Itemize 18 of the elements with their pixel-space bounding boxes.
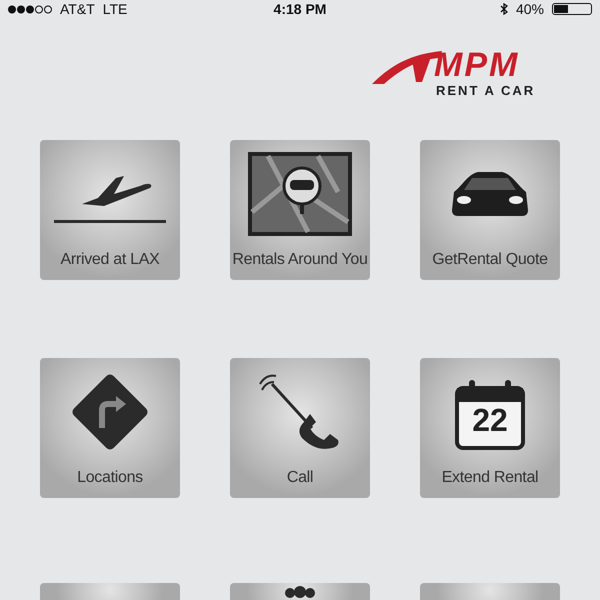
menu-tile[interactable]: [40, 583, 180, 600]
menu-tile[interactable]: Rentals Around You: [230, 140, 370, 280]
network-type: LTE: [102, 0, 128, 18]
battery-percent: 40%: [516, 0, 544, 18]
menu-tile[interactable]: GetRental Quote: [420, 140, 560, 280]
signal-icon: [8, 4, 52, 14]
company-logo: MPM RENT A CAR: [372, 44, 562, 104]
menu-tile[interactable]: [230, 583, 370, 600]
menu-tile[interactable]: [420, 583, 560, 600]
bluetooth-icon: [500, 3, 508, 15]
clock-time: 4:18 PM: [274, 0, 326, 18]
menu-tile[interactable]: Locations: [40, 358, 180, 498]
battery-icon: [552, 3, 592, 15]
carrier-name: AT&T: [60, 0, 95, 18]
menu-tile[interactable]: 22 Extend Rental: [420, 358, 560, 498]
menu-tile[interactable]: Call: [230, 358, 370, 498]
menu-tile[interactable]: Arrived at LAX: [40, 140, 180, 280]
map-icon: [248, 152, 352, 236]
